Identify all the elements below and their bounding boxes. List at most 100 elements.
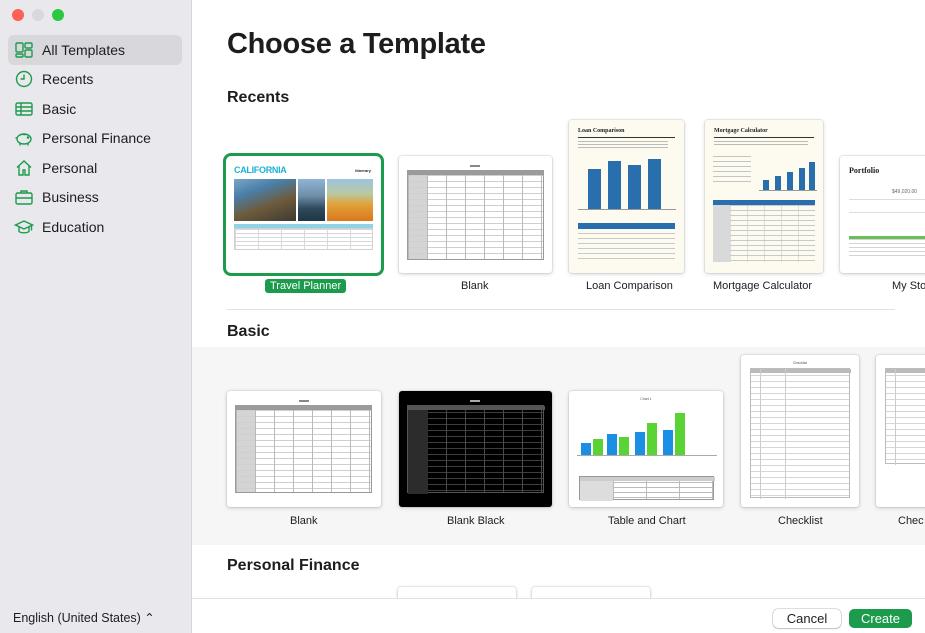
template-personal-finance-1[interactable] <box>398 587 516 598</box>
sample-table <box>579 476 715 501</box>
page-title: Choose a Template <box>227 28 486 60</box>
sidebar-list: All Templates Recents Basic Personal Fin… <box>8 35 182 242</box>
language-selector[interactable]: English (United States) ⌃ <box>13 610 155 625</box>
sidebar-item-personal-finance[interactable]: Personal Finance <box>8 124 182 154</box>
sidebar-item-label: Personal <box>42 159 98 176</box>
divider-line <box>849 212 925 213</box>
chart-title: Chart 1 <box>640 397 652 401</box>
window-controls <box>12 9 64 21</box>
thumbnail-bar <box>675 413 685 455</box>
sample-bar-chart <box>577 413 717 456</box>
section-title-recents: Recents <box>227 89 290 106</box>
sidebar-item-recents[interactable]: Recents <box>8 65 182 95</box>
thumbnail-bar <box>635 432 645 455</box>
thumbnail-bar <box>608 161 621 209</box>
minimize-window-button[interactable] <box>32 9 44 21</box>
thumbnail-bar <box>663 430 673 455</box>
template-label: Blank <box>461 280 489 292</box>
sidebar-item-education[interactable]: Education <box>8 212 182 242</box>
mortgage-bar-chart <box>759 162 817 191</box>
thumbnail-bar <box>607 434 617 455</box>
house-icon <box>13 158 35 178</box>
mortgage-title: Mortgage Calculator <box>714 128 768 134</box>
divider-line <box>849 199 925 200</box>
thumbnail-bar <box>648 159 661 209</box>
template-label: Blank Black <box>447 515 505 527</box>
thumbnail-bar <box>578 209 676 210</box>
template-checklist-total[interactable] <box>876 355 925 507</box>
coast-photo <box>234 179 296 221</box>
templates-grid-icon <box>13 40 35 60</box>
sidebar-item-business[interactable]: Business <box>8 183 182 213</box>
create-button[interactable]: Create <box>849 609 912 628</box>
template-label: Mortgage Calculator <box>713 280 813 292</box>
template-label: Blank <box>290 515 318 527</box>
mortgage-input-table <box>713 156 751 186</box>
sheet-title-text <box>470 165 480 167</box>
sidebar-item-personal[interactable]: Personal <box>8 153 182 183</box>
poppy-field-photo <box>327 179 373 221</box>
sidebar-item-label: All Templates <box>42 41 126 58</box>
template-my-stocks[interactable]: Portfolio $49,020.00 <box>840 156 925 273</box>
checklist-title: Checklist <box>792 361 808 365</box>
thumbnail-bar <box>588 169 601 209</box>
portfolio-value: $49,020.00 <box>892 189 918 195</box>
template-loan-comparison[interactable]: Loan Comparison <box>569 120 684 273</box>
description-text <box>578 141 668 150</box>
template-blank[interactable] <box>227 391 381 507</box>
sidebar: All Templates Recents Basic Personal Fin… <box>0 0 192 633</box>
briefcase-icon <box>13 187 35 207</box>
template-personal-finance-2[interactable] <box>532 587 650 598</box>
thumbnail-bar <box>775 176 781 190</box>
thumbnail-bar <box>787 172 793 190</box>
thumbnail-bar <box>763 180 769 190</box>
template-table-and-chart[interactable]: Chart 1 <box>569 391 723 507</box>
template-label: Checklist <box>778 515 823 527</box>
table-icon <box>13 99 35 119</box>
sidebar-item-label: Recents <box>42 71 94 88</box>
section-divider <box>227 309 895 310</box>
itinerary-label: Itinerary <box>355 168 371 173</box>
zoom-window-button[interactable] <box>52 9 64 21</box>
cancel-button[interactable]: Cancel <box>773 609 841 628</box>
itinerary-table <box>234 228 373 250</box>
description-text <box>714 141 808 147</box>
section-title-basic: Basic <box>227 323 270 340</box>
graduation-cap-icon <box>13 217 35 237</box>
template-chooser-window: All Templates Recents Basic Personal Fin… <box>0 0 925 633</box>
sidebar-item-label: Basic <box>42 100 77 117</box>
template-gallery: Choose a Template Recents CALIFORNIA Iti… <box>192 0 925 598</box>
piggy-bank-icon <box>13 128 35 148</box>
title-rule <box>578 137 675 138</box>
template-travel-planner[interactable]: CALIFORNIA Itinerary <box>226 156 381 273</box>
section-title-personal-finance: Personal Finance <box>227 557 360 574</box>
lighthouse-photo <box>298 179 325 221</box>
bottom-bar: Cancel Create <box>192 598 925 633</box>
template-label: Loan Comparison <box>586 280 673 292</box>
portfolio-title: Portfolio <box>849 166 880 175</box>
template-blank-black[interactable] <box>399 391 552 507</box>
template-checklist[interactable]: Checklist <box>741 355 859 507</box>
thumbnail-bar <box>628 165 641 209</box>
sidebar-item-basic[interactable]: Basic <box>8 94 182 124</box>
sheet-title-text <box>470 400 480 402</box>
template-label: Travel Planner <box>265 279 347 293</box>
california-heading: CALIFORNIA <box>234 165 287 175</box>
sidebar-item-label: Business <box>42 189 99 206</box>
thumbnail-bar <box>577 455 717 456</box>
template-mortgage-calculator[interactable]: Mortgage Calculator <box>705 120 823 273</box>
template-blank-recent[interactable] <box>399 156 552 273</box>
mortgage-schedule-table <box>713 200 815 262</box>
close-window-button[interactable] <box>12 9 24 21</box>
clock-icon <box>13 69 35 89</box>
thumbnail-bar <box>619 437 629 455</box>
template-label: Chec <box>898 515 924 527</box>
loan-table <box>578 223 675 259</box>
sidebar-item-all-templates[interactable]: All Templates <box>8 35 182 65</box>
title-rule <box>714 137 814 138</box>
loan-title: Loan Comparison <box>578 128 625 134</box>
sheet-title-text <box>299 400 309 402</box>
loan-bar-chart <box>578 159 676 210</box>
sheet-table <box>407 405 545 494</box>
thumbnail-bar <box>593 439 603 455</box>
